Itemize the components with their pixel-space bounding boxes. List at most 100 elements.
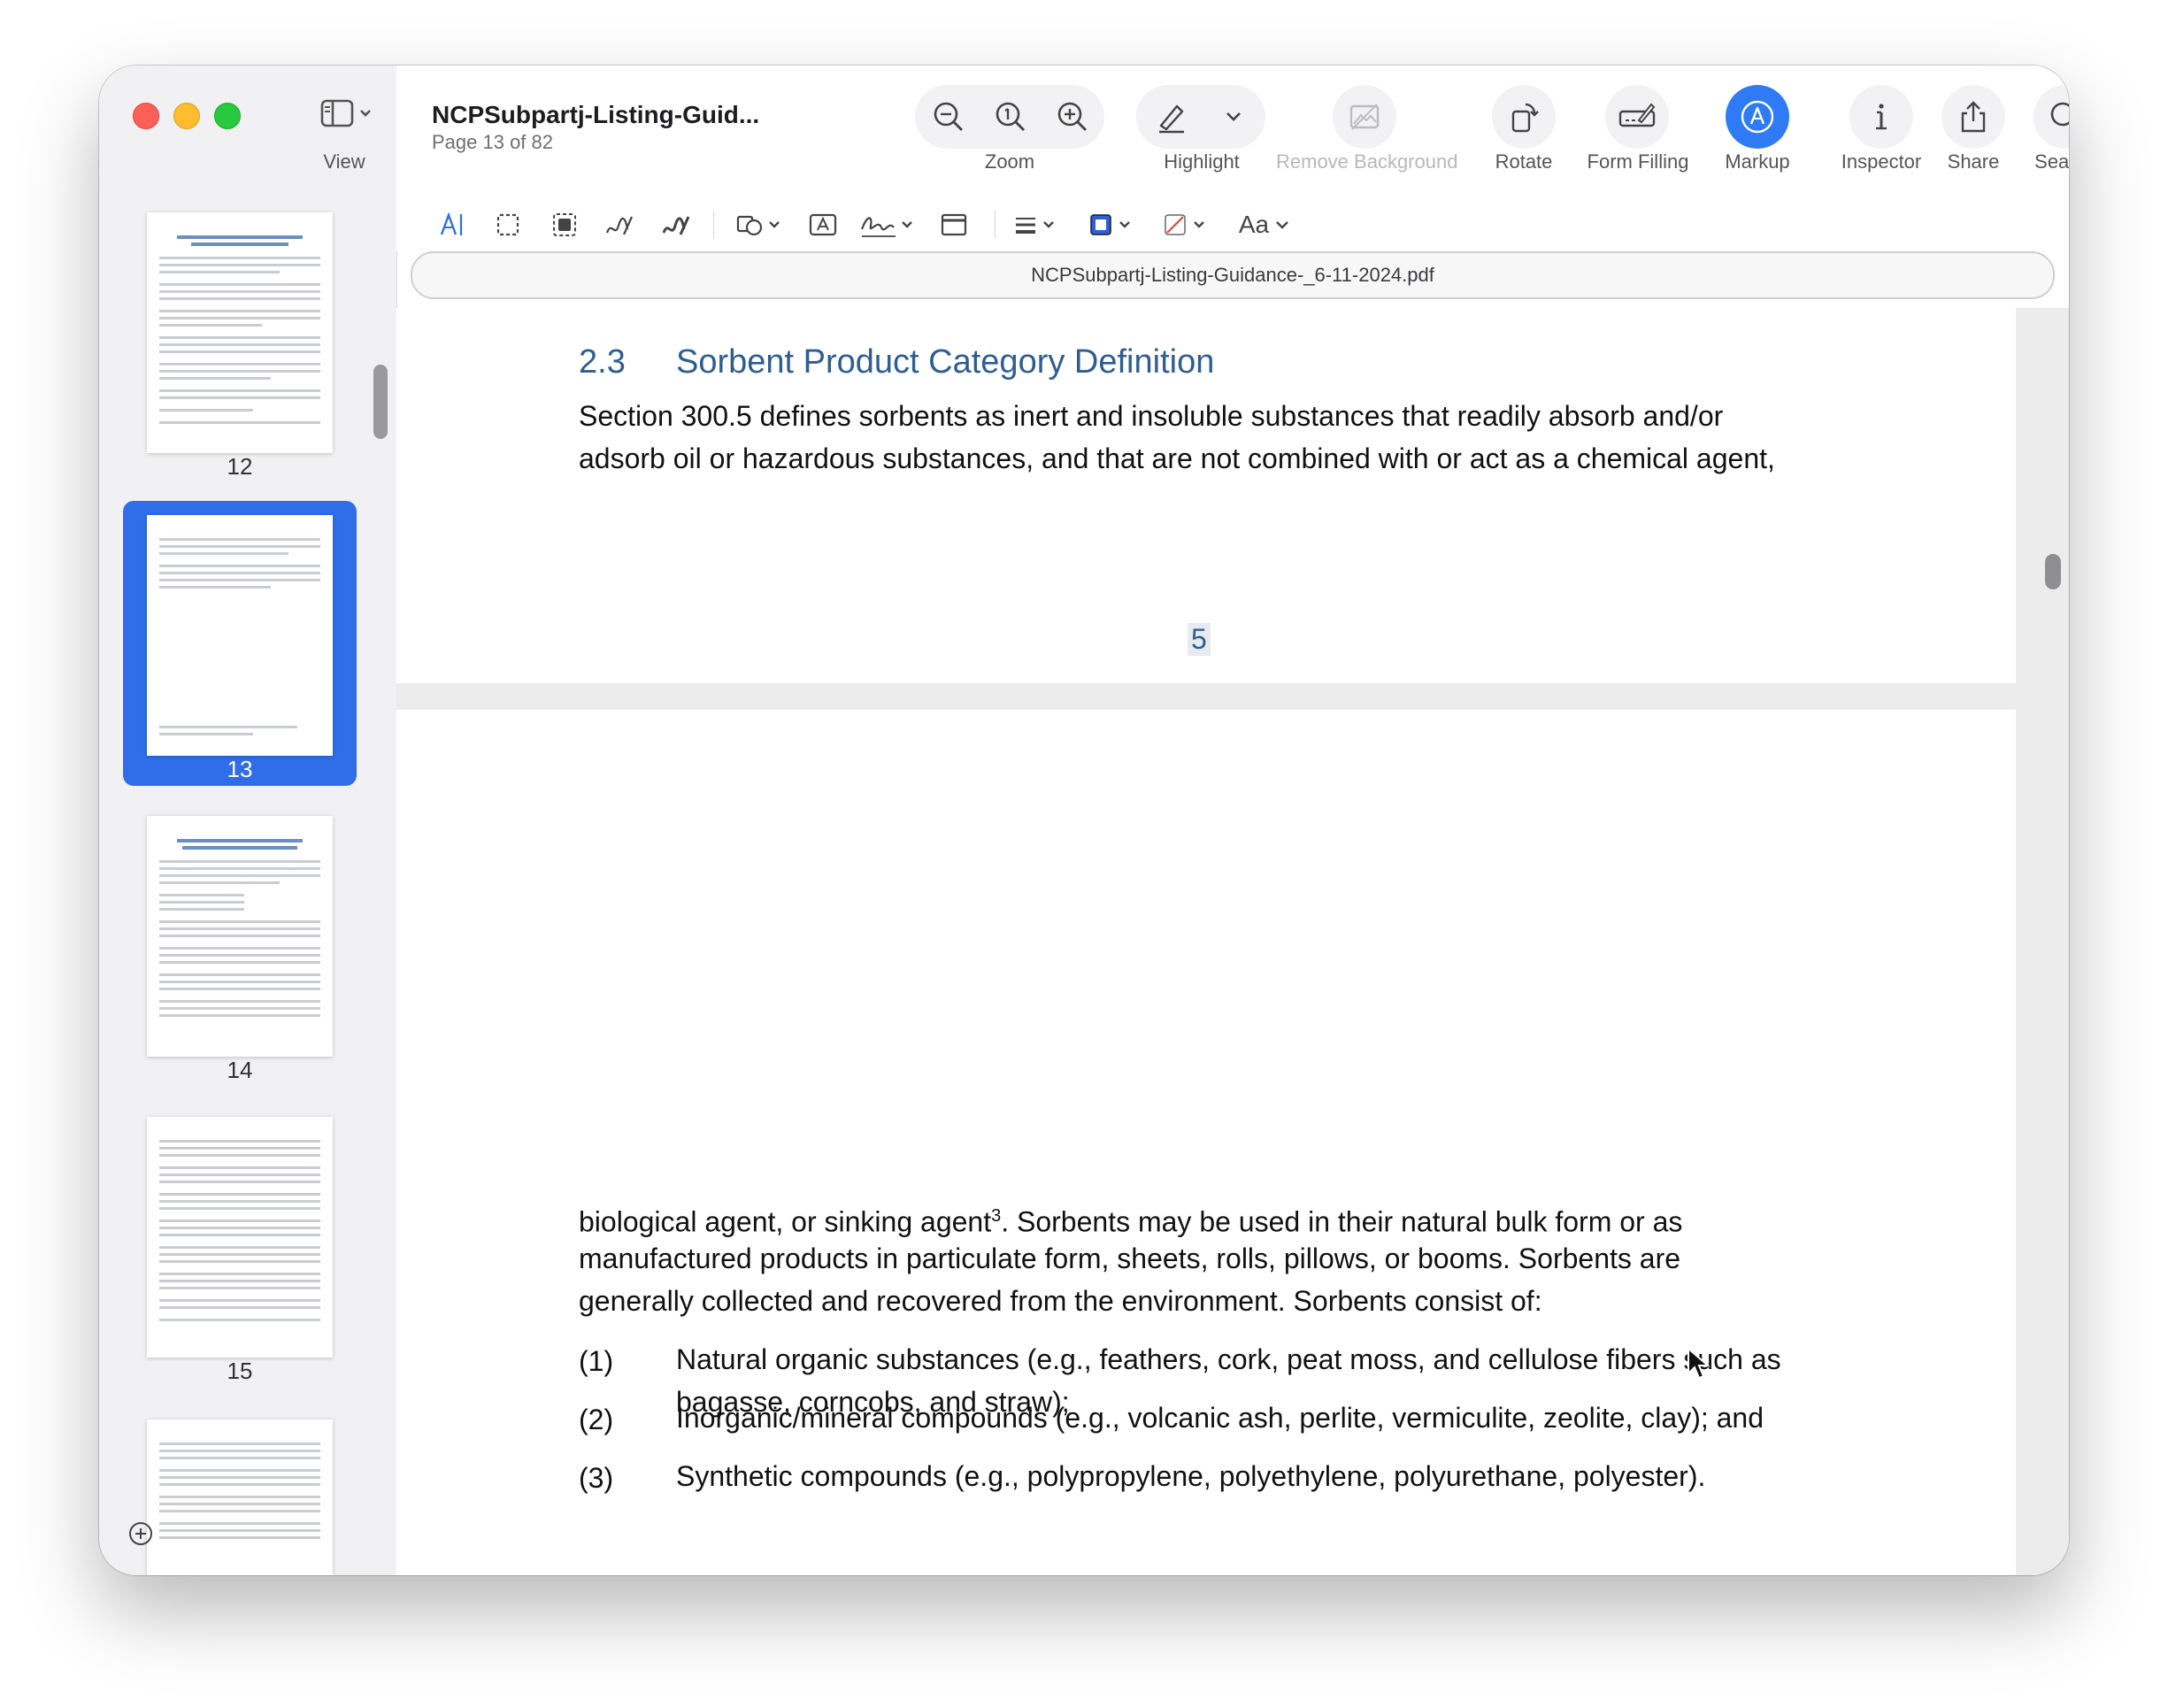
share-label: Share (1947, 150, 2000, 173)
document-filename-field[interactable]: NCPSubpartj-Listing-Guidance-_6-11-2024.… (411, 251, 2055, 299)
add-page-button[interactable] (129, 1522, 152, 1545)
preview-window: View 12 13 14 15 NCPSubpartj-Listing-Gui… (99, 65, 2069, 1575)
smart-selection-icon (553, 213, 576, 236)
close-window-button[interactable] (133, 103, 159, 129)
markup-pen-icon (1741, 100, 1774, 134)
list-item-text: Inorganic/mineral compounds (e.g., volca… (676, 1402, 1764, 1434)
instant-alpha-tool[interactable] (547, 205, 582, 244)
fullscreen-window-button[interactable] (214, 103, 241, 129)
dashed-rectangle-icon (496, 213, 519, 236)
actual-size-button[interactable] (986, 92, 1035, 142)
thumbnail-page-number: 12 (227, 453, 253, 480)
rotate-label: Rotate (1495, 150, 1553, 173)
text-selection-tool[interactable] (435, 205, 471, 244)
chevron-down-icon (1276, 221, 1288, 229)
note-window-icon (941, 213, 967, 236)
sketch-tool[interactable] (602, 205, 637, 244)
rotate-icon (1511, 103, 1539, 133)
highlight-button[interactable] (1147, 92, 1196, 142)
plus-icon (135, 1528, 146, 1539)
line-style-menu[interactable] (1009, 205, 1067, 244)
text-box-icon (809, 213, 837, 236)
rectangular-selection-tool[interactable] (490, 205, 526, 244)
zoom-in-button[interactable] (1048, 92, 1097, 142)
thumbnail-page-number: 13 (227, 756, 253, 782)
remove-background-icon (1349, 104, 1380, 130)
inspector-button[interactable] (1849, 85, 1913, 149)
zoom-out-icon (934, 102, 963, 131)
search-button[interactable] (2033, 85, 2069, 149)
list-item-number: (2) (579, 1404, 614, 1435)
thumbnail-page-number: 15 (227, 1358, 253, 1384)
chevron-down-icon (769, 221, 780, 228)
shapes-menu[interactable] (733, 205, 786, 244)
highlight-options-button[interactable] (1209, 92, 1258, 142)
rotate-button[interactable] (1492, 85, 1556, 149)
highlighter-pen-icon (1159, 104, 1184, 134)
share-icon (1961, 101, 1986, 133)
zoom-actual-size-icon (996, 102, 1025, 131)
form-filling-icon (1618, 103, 1656, 127)
sign-menu[interactable] (857, 205, 919, 244)
border-color-menu[interactable] (1085, 205, 1143, 244)
page-indicator: Page 13 of 82 (432, 131, 554, 153)
zoom-out-button[interactable] (924, 92, 973, 142)
pdf-page: 2.3 Sorbent Product Category Definition … (396, 308, 2016, 683)
inspector-label: Inspector (1841, 150, 1922, 173)
form-filling-button[interactable] (1605, 85, 1669, 149)
list-item-number: (1) (579, 1345, 614, 1377)
info-icon (1876, 104, 1887, 130)
chevron-down-icon (360, 110, 371, 117)
list-item-text: Natural organic substances (e.g., feathe… (676, 1343, 1781, 1375)
line-style-icon (1016, 218, 1054, 234)
search-label: Search (2034, 150, 2069, 173)
signature-icon (860, 217, 912, 237)
thumbnail-page-15[interactable] (147, 1117, 333, 1358)
section-title: Sorbent Product Category Definition (676, 343, 1215, 381)
fill-color-menu[interactable] (1159, 205, 1218, 244)
text-style-menu[interactable]: Aa (1237, 205, 1295, 244)
shapes-icon (736, 215, 780, 236)
thumbnail-page-16[interactable] (147, 1419, 333, 1575)
thumbnail-page-13[interactable] (147, 515, 333, 756)
draw-icon (662, 216, 690, 235)
document-title: NCPSubpartj-Listing-Guid... (432, 101, 760, 128)
fill-color-icon (1165, 214, 1204, 235)
thumbnail-scrollbar-thumb[interactable] (373, 365, 388, 439)
footnote-reference[interactable]: 3 (991, 1206, 1001, 1226)
paragraph-line: generally collected and recovered from t… (579, 1285, 1542, 1317)
chevron-down-icon (1226, 112, 1241, 121)
zoom-in-icon (1057, 102, 1087, 131)
document-view[interactable]: 2.3 Sorbent Product Category Definition … (396, 308, 2069, 1575)
form-filling-label: Form Filling (1587, 150, 1689, 173)
search-icon (2050, 102, 2069, 127)
zoom-label: Zoom (984, 150, 1035, 173)
chevron-down-icon (1194, 221, 1204, 228)
share-button[interactable] (1941, 85, 2005, 149)
chevron-down-icon (1119, 221, 1130, 228)
main-toolbar: NCPSubpartj-Listing-Guid... Page 13 of 8… (396, 65, 2069, 198)
mouse-pointer-icon (1688, 1347, 1710, 1380)
remove-background-button[interactable] (1333, 85, 1396, 149)
note-tool[interactable] (934, 205, 973, 244)
paragraph-line: biological agent, or sinking agent3. Sor… (579, 1205, 1683, 1238)
text-box-tool[interactable] (803, 205, 842, 244)
paragraph-line: Section 300.5 defines sorbents as inert … (579, 400, 1724, 432)
document-scrollbar[interactable] (2042, 313, 2062, 1570)
markup-toolbar: Aa (396, 198, 2069, 251)
thumbnail-page-12[interactable] (147, 212, 333, 453)
draw-tool[interactable] (658, 205, 694, 244)
remove-background-label: Remove Background (1276, 150, 1458, 173)
view-label: View (323, 150, 365, 173)
chevron-down-icon (902, 221, 912, 228)
markup-button[interactable] (1726, 85, 1789, 149)
thumbnail-page-14[interactable] (147, 816, 333, 1057)
paragraph-line: manufactured products in particulate for… (579, 1243, 1681, 1274)
pdf-page: biological agent, or sinking agent3. Sor… (396, 710, 2016, 1575)
thumbnail-sidebar: View 12 13 14 15 (99, 65, 397, 1575)
minimize-window-button[interactable] (173, 103, 200, 129)
page-number: 5 (1188, 623, 1211, 656)
document-scrollbar-thumb[interactable] (2045, 554, 2061, 589)
paragraph-line: adsorb oil or hazardous substances, and … (579, 442, 1775, 474)
sidebar-toggle-button[interactable] (319, 97, 375, 133)
